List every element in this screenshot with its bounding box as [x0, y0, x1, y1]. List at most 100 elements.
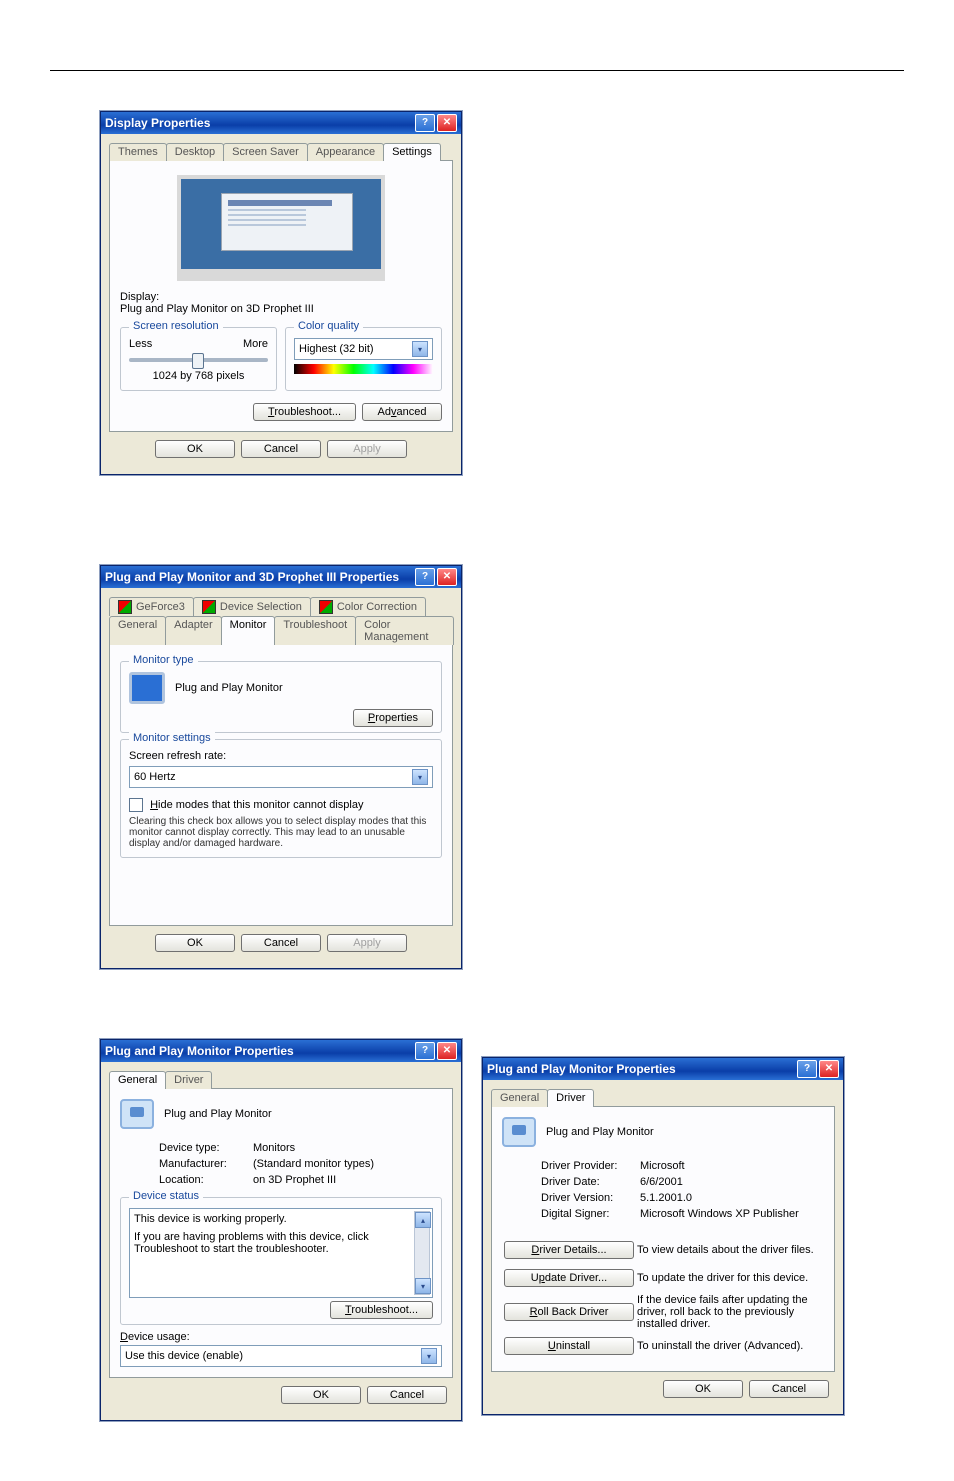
resolution-value: 1024 by 768 pixels [129, 370, 268, 382]
chevron-down-icon: ▾ [412, 769, 428, 785]
driver-details-button[interactable]: Driver Details... [504, 1241, 634, 1259]
slider-less-label: Less [129, 338, 152, 350]
update-driver-desc: To update the driver for this device. [636, 1265, 822, 1291]
signer-label: Digital Signer: [540, 1207, 637, 1221]
ok-button[interactable]: OK [155, 440, 235, 458]
tab-desktop[interactable]: Desktop [166, 143, 224, 161]
tab-strip: General Driver [109, 1071, 453, 1089]
scroll-down-icon[interactable]: ▾ [415, 1278, 431, 1294]
settings-panel: Display: Plug and Play Monitor on 3D Pro… [109, 160, 453, 432]
help-icon[interactable]: ? [415, 568, 435, 586]
device-usage-label: Device usage: [120, 1331, 442, 1343]
display-value: Plug and Play Monitor on 3D Prophet III [120, 303, 442, 315]
ok-button[interactable]: OK [663, 1380, 743, 1398]
cancel-button[interactable]: Cancel [241, 440, 321, 458]
scroll-up-icon[interactable]: ▴ [415, 1212, 431, 1228]
tab-monitor[interactable]: Monitor [221, 616, 276, 645]
apply-button[interactable]: Apply [327, 440, 407, 458]
version-value: 5.1.2001.0 [639, 1191, 800, 1205]
device-usage-select[interactable]: Use this device (enable) ▾ [120, 1345, 442, 1367]
window-title: Plug and Play Monitor Properties [105, 1044, 294, 1058]
uninstall-button[interactable]: Uninstall [504, 1337, 634, 1355]
tab-driver[interactable]: Driver [165, 1071, 212, 1089]
date-label: Driver Date: [540, 1175, 637, 1189]
close-icon[interactable]: ✕ [437, 114, 457, 132]
help-icon[interactable]: ? [415, 1042, 435, 1060]
tab-general[interactable]: General [109, 1071, 166, 1089]
monitor-name: Plug and Play Monitor [175, 682, 283, 694]
help-icon[interactable]: ? [797, 1060, 817, 1078]
screen-res-legend: Screen resolution [129, 320, 223, 332]
advanced-button[interactable]: Advanced [362, 403, 442, 421]
driver-info-table: Driver Provider:Microsoft Driver Date:6/… [538, 1157, 802, 1223]
scrollbar[interactable]: ▴ ▾ [414, 1211, 430, 1295]
page-rule [50, 70, 904, 71]
chevron-down-icon: ▾ [412, 341, 428, 357]
properties-button[interactable]: Properties [353, 709, 433, 727]
troubleshoot-button[interactable]: Troubleshoot... [330, 1301, 433, 1319]
titlebar[interactable]: Plug and Play Monitor Properties ? ✕ [101, 1040, 461, 1062]
device-usage-value: Use this device (enable) [125, 1350, 243, 1362]
provider-label: Driver Provider: [540, 1159, 637, 1173]
device-info-table: Device type:Monitors Manufacturer:(Stand… [156, 1139, 377, 1189]
tab-driver[interactable]: Driver [547, 1089, 594, 1107]
date-value: 6/6/2001 [639, 1175, 800, 1189]
monitor-properties-general-window: Plug and Play Monitor Properties ? ✕ Gen… [100, 1039, 462, 1421]
color-quality-legend: Color quality [294, 320, 363, 332]
tab-device-selection[interactable]: Device Selection [193, 597, 311, 616]
rollback-driver-desc: If the device fails after updating the d… [636, 1293, 822, 1331]
tab-general[interactable]: General [491, 1089, 548, 1107]
hide-modes-checkbox[interactable] [129, 798, 143, 812]
ok-button[interactable]: OK [281, 1386, 361, 1404]
tab-general[interactable]: General [109, 616, 166, 645]
titlebar[interactable]: Plug and Play Monitor and 3D Prophet III… [101, 566, 461, 588]
close-icon[interactable]: ✕ [819, 1060, 839, 1078]
tab-color-correction[interactable]: Color Correction [310, 597, 426, 616]
apply-button[interactable]: Apply [327, 934, 407, 952]
close-icon[interactable]: ✕ [437, 1042, 457, 1060]
refresh-rate-label: Screen refresh rate: [129, 750, 433, 762]
tab-settings[interactable]: Settings [383, 143, 441, 161]
tab-adapter[interactable]: Adapter [165, 616, 222, 645]
driver-actions-table: Driver Details... To view details about … [502, 1235, 824, 1361]
tab-themes[interactable]: Themes [109, 143, 167, 161]
window-title: Plug and Play Monitor Properties [487, 1062, 676, 1076]
rollback-driver-button[interactable]: Roll Back Driver [504, 1303, 634, 1321]
cancel-button[interactable]: Cancel [367, 1386, 447, 1404]
resolution-slider[interactable] [129, 358, 268, 362]
cancel-button[interactable]: Cancel [749, 1380, 829, 1398]
device-status-textarea: This device is working properly. If you … [129, 1208, 433, 1298]
manufacturer-label: Manufacturer: [158, 1157, 250, 1171]
close-icon[interactable]: ✕ [437, 568, 457, 586]
uninstall-desc: To uninstall the driver (Advanced). [636, 1333, 822, 1359]
monitor-icon [502, 1117, 536, 1147]
titlebar[interactable]: Plug and Play Monitor Properties ? ✕ [483, 1058, 843, 1080]
troubleshoot-button[interactable]: Troubleshoot... [253, 403, 356, 421]
tab-appearance[interactable]: Appearance [307, 143, 384, 161]
tab-troubleshoot[interactable]: Troubleshoot [274, 616, 356, 645]
manufacturer-value: (Standard monitor types) [252, 1157, 375, 1171]
nvidia-icon [118, 600, 132, 614]
help-icon[interactable]: ? [415, 114, 435, 132]
cancel-button[interactable]: Cancel [241, 934, 321, 952]
status-line-2: If you are having problems with this dev… [134, 1231, 428, 1255]
ok-button[interactable]: OK [155, 934, 235, 952]
refresh-rate-select[interactable]: 60 Hertz ▾ [129, 766, 433, 788]
device-type-value: Monitors [252, 1141, 375, 1155]
version-label: Driver Version: [540, 1191, 637, 1205]
tab-screensaver[interactable]: Screen Saver [223, 143, 308, 161]
signer-value: Microsoft Windows XP Publisher [639, 1207, 800, 1221]
device-type-label: Device type: [158, 1141, 250, 1155]
chevron-down-icon: ▾ [421, 1348, 437, 1364]
tab-color-management[interactable]: Color Management [355, 616, 454, 645]
location-value: on 3D Prophet III [252, 1173, 375, 1187]
general-panel: Plug and Play Monitor Device type:Monito… [109, 1088, 453, 1378]
color-quality-select[interactable]: Highest (32 bit) ▾ [294, 338, 433, 360]
monitor-icon [129, 672, 165, 704]
update-driver-button[interactable]: Update Driver... [504, 1269, 634, 1287]
monitor-properties-driver-window: Plug and Play Monitor Properties ? ✕ Gen… [482, 1057, 844, 1415]
titlebar[interactable]: Display Properties ? ✕ [101, 112, 461, 134]
location-label: Location: [158, 1173, 250, 1187]
tab-geforce3[interactable]: GeForce3 [109, 597, 194, 616]
driver-details-desc: To view details about the driver files. [636, 1237, 822, 1263]
